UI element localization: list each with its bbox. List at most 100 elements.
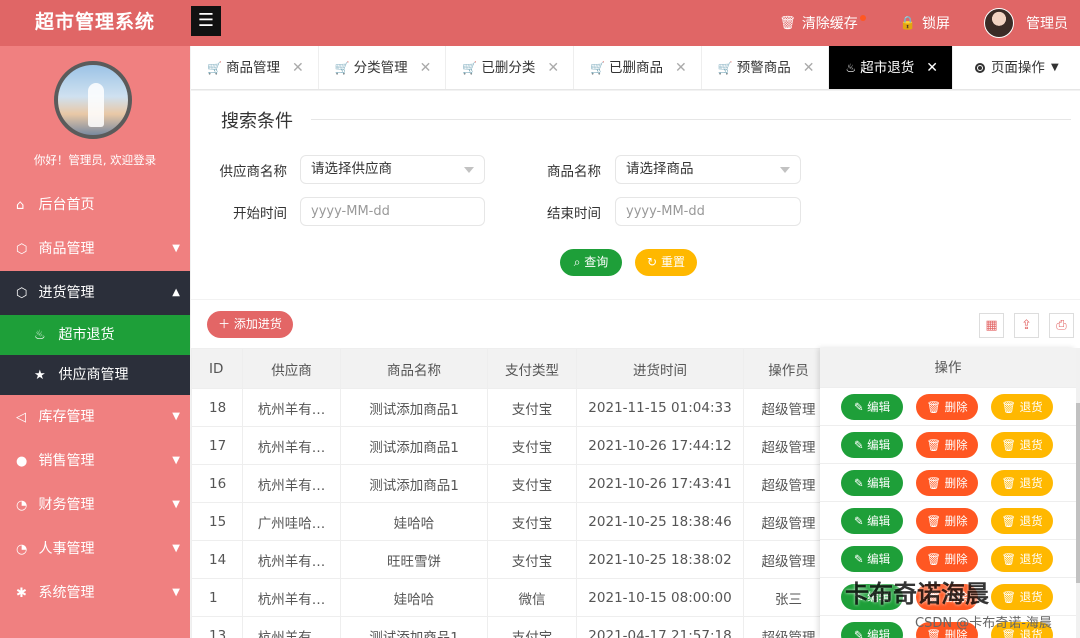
delete-button[interactable]: 🗑 删除 (916, 394, 978, 420)
delete-button[interactable]: 🗑 删除 (916, 546, 978, 572)
sidebar-item-sales[interactable]: ● 销售管理 ▼ (0, 439, 190, 483)
close-icon[interactable]: ✕ (926, 46, 938, 89)
return-button[interactable]: 🗑 退货 (991, 394, 1053, 420)
table-cell: 杭州羊有… (242, 616, 341, 638)
edit-button[interactable]: ✎ 编辑 (841, 432, 903, 458)
table-cell: 杭州羊有… (242, 578, 341, 617)
table-cell: 支付宝 (487, 616, 577, 638)
cube-icon: ⬡ (16, 286, 28, 301)
speaker-icon: ◁ (16, 410, 26, 425)
column-header[interactable]: ID (191, 348, 243, 389)
start-time-label: 开始时间 (233, 206, 287, 222)
cart-icon: 🛒 (334, 61, 350, 75)
tab-deleted-categories[interactable]: 🛒 已删分类 ✕ (446, 46, 575, 89)
delete-button[interactable]: 🗑 删除 (916, 432, 978, 458)
sidebar-nav: ⌂ 后台首页 ⬡ 商品管理 ▼ ⬡ 进货管理 ▲ ♨ 超市退货 ★ 供应商管理 … (0, 183, 190, 615)
delete-button-label: 删除 (944, 514, 968, 528)
delete-button-label: 删除 (944, 400, 968, 414)
header-actions: 🗑 清除缓存 🔒 锁屏 管理员 (745, 0, 1068, 46)
chevron-up-icon: ▲ (172, 287, 180, 298)
edit-button[interactable]: ✎ 编辑 (841, 394, 903, 420)
table-cell: 15 (191, 502, 243, 541)
print-icon[interactable]: ⎙ (1049, 313, 1074, 338)
sidebar-item-inventory[interactable]: ◁ 库存管理 ▼ (0, 395, 190, 439)
edit-button-label: 编辑 (867, 514, 891, 528)
delete-button[interactable]: 🗑 删除 (916, 508, 978, 534)
chevron-down-icon: ▼ (172, 587, 180, 598)
sidebar-item-purchase[interactable]: ⬡ 进货管理 ▲ (0, 271, 190, 315)
supplier-select[interactable]: 请选择供应商 (300, 155, 485, 184)
close-icon[interactable]: ✕ (803, 46, 815, 89)
columns-icon[interactable]: ▦ (979, 313, 1004, 338)
tab-label: 分类管理 (353, 60, 408, 76)
close-icon[interactable]: ✕ (292, 46, 304, 89)
search-title: 搜索条件 (221, 111, 293, 132)
delete-button[interactable]: 🗑 删除 (916, 470, 978, 496)
sidebar-item-hr[interactable]: ◔ 人事管理 ▼ (0, 527, 190, 571)
column-header[interactable]: 进货时间 (576, 348, 744, 389)
query-button[interactable]: ⌕ 查询 (560, 249, 622, 276)
lock-screen-button[interactable]: 🔒 锁屏 (900, 13, 950, 33)
user-menu[interactable]: 管理员 (984, 8, 1068, 38)
column-header[interactable]: 供应商 (242, 348, 341, 389)
sidebar-subitem-suppliers[interactable]: ★ 供应商管理 (0, 355, 190, 395)
sidebar-subitem-returns[interactable]: ♨ 超市退货 (0, 315, 190, 355)
scrollbar-thumb[interactable] (1076, 403, 1080, 583)
column-header[interactable]: 商品名称 (340, 348, 488, 389)
product-select[interactable]: 请选择商品 (615, 155, 801, 184)
clear-cache-button[interactable]: 🗑 清除缓存 (779, 13, 866, 33)
tab-returns[interactable]: ♨ 超市退货 ✕ (829, 46, 953, 89)
export-icon[interactable]: ⇪ (1014, 313, 1039, 338)
tab-warning-products[interactable]: 🛒 预警商品 ✕ (702, 46, 830, 89)
return-button-label: 退货 (1019, 476, 1043, 490)
sidebar-item-system[interactable]: ✱ 系统管理 ▼ (0, 571, 190, 615)
return-button-label: 退货 (1019, 590, 1043, 604)
tab-deleted-products[interactable]: 🛒 已删商品 ✕ (574, 46, 702, 89)
edit-button[interactable]: ✎ 编辑 (841, 546, 903, 572)
tab-label: 已删分类 (481, 60, 536, 76)
table-cell: 支付宝 (487, 388, 577, 427)
sidebar-item-label: 财务管理 (38, 497, 95, 513)
return-button[interactable]: 🗑 退货 (991, 508, 1053, 534)
start-date-input[interactable]: yyyy-MM-dd (300, 197, 485, 226)
user-name: 管理员 (1026, 16, 1068, 32)
end-date-input[interactable]: yyyy-MM-dd (615, 197, 801, 226)
sidebar-subitem-label: 超市退货 (58, 327, 115, 343)
table-cell: 支付宝 (487, 426, 577, 465)
return-button[interactable]: 🗑 退货 (991, 470, 1053, 496)
table-cell: 18 (191, 388, 243, 427)
tab-products[interactable]: 🛒 商品管理 ✕ (191, 46, 319, 89)
sidebar-item-products[interactable]: ⬡ 商品管理 ▼ (0, 227, 190, 271)
target-icon (974, 63, 985, 73)
trash-icon: 🗑 (1001, 438, 1020, 452)
add-purchase-button[interactable]: ＋ 添加进货 (207, 311, 293, 338)
table-scrollbar[interactable] (1076, 348, 1080, 638)
watermark: 卡布奇诺海晨 (845, 580, 989, 608)
close-icon[interactable]: ✕ (547, 46, 559, 89)
edit-button[interactable]: ✎ 编辑 (841, 508, 903, 534)
sidebar-item-finance[interactable]: ◔ 财务管理 ▼ (0, 483, 190, 527)
trash-icon: 🗑 (926, 476, 945, 490)
return-button[interactable]: 🗑 退货 (991, 432, 1053, 458)
return-button[interactable]: 🗑 退货 (991, 546, 1053, 572)
table-cell: 测试添加商品1 (340, 388, 488, 427)
menu-toggle-button[interactable]: ☰ (191, 6, 221, 36)
edit-button[interactable]: ✎ 编辑 (841, 470, 903, 496)
reset-button[interactable]: ↻ 重置 (635, 249, 697, 276)
table-cell: 杭州羊有… (242, 426, 341, 465)
operations-row: ✎ 编辑 🗑 删除 🗑 退货 (820, 540, 1076, 578)
return-button[interactable]: 🗑 退货 (991, 584, 1053, 610)
table-cell: 2021-10-25 18:38:46 (576, 502, 744, 541)
edit-button[interactable]: ✎ 编辑 (841, 622, 903, 638)
sidebar-item-home[interactable]: ⌂ 后台首页 (0, 183, 190, 227)
table-cell: 2021-10-15 08:00:00 (576, 578, 744, 617)
table-cell: 2021-04-17 21:57:18 (576, 616, 744, 638)
column-header[interactable]: 支付类型 (487, 348, 577, 389)
trash-icon: 🗑 (926, 552, 945, 566)
close-icon[interactable]: ✕ (420, 46, 432, 89)
lock-icon: 🔒 (899, 15, 916, 31)
close-icon[interactable]: ✕ (675, 46, 687, 89)
pencil-icon: ✎ (853, 438, 868, 452)
page-operations-dropdown[interactable]: 页面操作 ▼ (953, 46, 1059, 89)
tab-categories[interactable]: 🛒 分类管理 ✕ (319, 46, 447, 89)
